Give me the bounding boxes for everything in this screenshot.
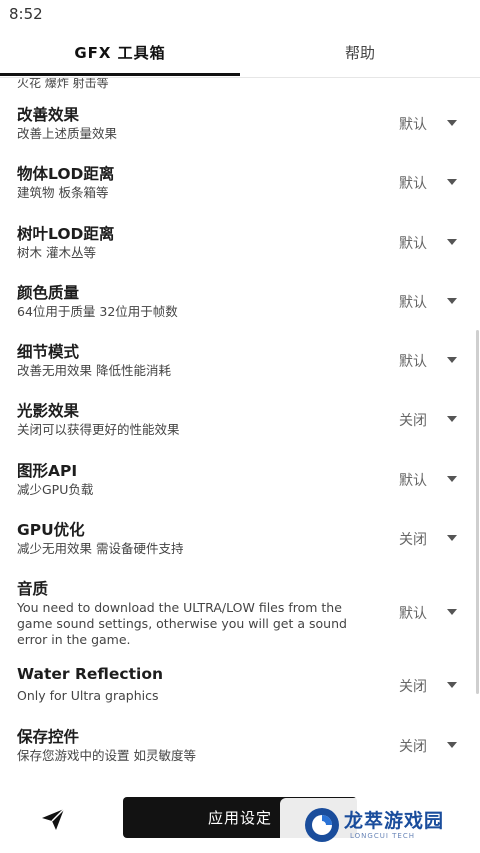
dropdown-value: 默认 <box>399 354 427 371</box>
chevron-down-icon <box>447 475 457 482</box>
setting-title: 改善效果 <box>17 106 80 124</box>
setting-foliage-lod: 树叶LOD距离 树木 灌木丛等 默认 <box>0 212 476 271</box>
dropdown-value: 关闭 <box>399 738 427 755</box>
setting-dropdown[interactable]: 关闭 <box>385 671 469 699</box>
setting-title: 颜色质量 <box>17 283 80 302</box>
partial-setting-desc: 火花 爆炸 射击等 <box>17 78 109 90</box>
status-time: 8:52 <box>9 5 43 23</box>
setting-save-controls: 保存控件 保存您游戏中的设置 如灵敏度等 关闭 <box>0 715 476 774</box>
dropdown-value: 关闭 <box>399 413 427 430</box>
dropdown-value: 关闭 <box>399 532 427 549</box>
setting-shadow-effects: 光影效果 关闭可以获得更好的性能效果 关闭 <box>0 389 476 448</box>
dropdown-value: 默认 <box>399 176 427 193</box>
dropdown-value: 关闭 <box>399 679 427 696</box>
setting-gpu-optimization: GPU优化 减少无用效果 需设备硬件支持 关闭 <box>0 508 476 567</box>
setting-dropdown[interactable]: 默认 <box>385 346 469 374</box>
setting-dropdown[interactable]: 关闭 <box>385 524 469 552</box>
chevron-down-icon <box>447 179 457 186</box>
watermark-subtitle: LONGCUI TECH <box>350 832 415 840</box>
setting-dropdown[interactable]: 默认 <box>385 598 469 626</box>
setting-desc: Only for Ultra graphics <box>17 688 159 704</box>
status-bar: 8:52 <box>0 0 480 28</box>
setting-desc: 建筑物 板条箱等 <box>17 185 109 201</box>
settings-scroll-area[interactable]: 火花 爆炸 射击等 改善效果 改善上述质量效果 默认 物体LOD距离 建筑物 板… <box>0 78 480 785</box>
setting-dropdown[interactable]: 关闭 <box>385 731 469 759</box>
chevron-down-icon <box>447 120 457 126</box>
setting-dropdown[interactable]: 默认 <box>385 287 469 315</box>
setting-desc: 减少无用效果 需设备硬件支持 <box>17 541 184 557</box>
setting-title: Water Reflection <box>17 665 164 684</box>
setting-desc: 64位用于质量 32位用于帧数 <box>17 303 178 319</box>
setting-title: 保存控件 <box>17 727 80 746</box>
active-tab-indicator <box>0 73 240 76</box>
tab-gfx-toolbox[interactable]: GFX 工具箱 <box>0 28 240 76</box>
dropdown-value: 默认 <box>399 606 427 623</box>
setting-desc: 减少GPU负载 <box>17 481 94 497</box>
setting-dropdown[interactable]: 默认 <box>385 168 469 196</box>
dropdown-value: 默认 <box>399 117 427 133</box>
setting-dropdown[interactable]: 默认 <box>385 228 469 256</box>
setting-desc: You need to download the ULTRA/LOW files… <box>17 600 347 648</box>
chevron-down-icon <box>447 357 457 364</box>
setting-title: 音质 <box>17 580 49 599</box>
setting-dropdown[interactable]: 默认 <box>385 465 469 493</box>
setting-detail-mode: 细节模式 改善无用效果 降低性能消耗 默认 <box>0 330 476 389</box>
setting-dropdown[interactable]: 关闭 <box>385 405 469 433</box>
watermark-name: 龙萃游戏园 <box>344 810 445 832</box>
watermark-logo-icon <box>305 808 339 842</box>
setting-title: 图形API <box>17 461 78 480</box>
setting-title: 细节模式 <box>17 343 80 362</box>
chevron-down-icon <box>447 609 457 616</box>
setting-desc: 树木 灌木丛等 <box>17 244 96 260</box>
chevron-down-icon <box>447 535 457 542</box>
dropdown-value: 默认 <box>399 294 427 311</box>
setting-object-lod: 物体LOD距离 建筑物 板条箱等 默认 <box>0 152 476 211</box>
setting-desc: 保存您游戏中的设置 如灵敏度等 <box>17 747 196 763</box>
setting-graphics-api: 图形API 减少GPU负载 默认 <box>0 449 476 508</box>
setting-title: 物体LOD距离 <box>17 165 115 184</box>
setting-title: 光影效果 <box>17 402 80 421</box>
send-icon <box>42 808 65 830</box>
setting-desc: 改善无用效果 降低性能消耗 <box>17 363 171 379</box>
setting-title: GPU优化 <box>17 521 85 540</box>
tab-help[interactable]: 帮助 <box>240 28 480 76</box>
setting-sound-quality: 音质 You need to download the ULTRA/LOW fi… <box>0 567 476 655</box>
chevron-down-icon <box>447 416 457 423</box>
setting-title: 树叶LOD距离 <box>17 224 115 243</box>
setting-desc: 改善上述质量效果 <box>17 126 118 141</box>
tab-bar: GFX 工具箱 帮助 <box>0 28 480 78</box>
setting-dropdown[interactable]: 默认 <box>385 109 469 137</box>
setting-improve-effects: 改善效果 改善上述质量效果 默认 <box>0 93 476 152</box>
scrollbar[interactable] <box>476 330 479 694</box>
send-button[interactable] <box>38 805 68 833</box>
dropdown-value: 默认 <box>399 235 427 252</box>
chevron-down-icon <box>447 741 457 748</box>
chevron-down-icon <box>447 238 457 245</box>
watermark: 龙萃游戏园 LONGCUI TECH <box>280 798 476 850</box>
setting-color-quality: 颜色质量 64位用于质量 32位用于帧数 默认 <box>0 271 476 330</box>
settings-list: 改善效果 改善上述质量效果 默认 物体LOD距离 建筑物 板条箱等 默认 树叶L… <box>0 93 476 774</box>
setting-desc: 关闭可以获得更好的性能效果 <box>17 422 180 438</box>
setting-water-reflection: Water Reflection Only for Ultra graphics… <box>0 655 476 714</box>
dropdown-value: 默认 <box>399 472 427 489</box>
chevron-down-icon <box>447 682 457 689</box>
chevron-down-icon <box>447 297 457 304</box>
